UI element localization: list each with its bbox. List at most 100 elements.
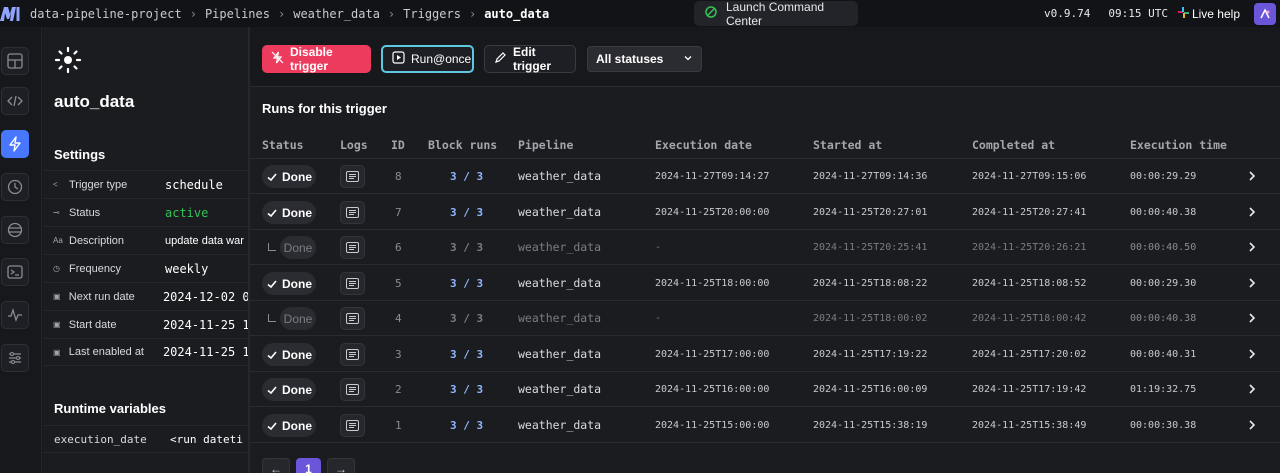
status-badge[interactable]: Done [262, 378, 316, 401]
logs-button[interactable] [340, 236, 365, 259]
sliders-icon[interactable] [1, 344, 29, 372]
table-row[interactable]: Done 3 3 / 3 weather_data 2024-11-25T17:00:0… [250, 337, 1280, 372]
status-badge[interactable]: Done [280, 307, 316, 330]
logs-icon [346, 349, 359, 360]
chevron-right-icon[interactable] [1247, 241, 1257, 256]
command-center-label: Launch Command Center [726, 0, 825, 28]
execution-date: 2024-11-27T09:14:27 [655, 171, 770, 182]
disk-icon[interactable] [1, 216, 29, 244]
block-runs-link[interactable]: 3 / 3 [450, 408, 483, 443]
completed-at: 2024-11-25T15:38:49 [972, 420, 1087, 431]
logs-button[interactable] [340, 272, 365, 295]
chevron-right-icon[interactable] [1247, 419, 1257, 434]
block-runs-link[interactable]: 3 / 3 [450, 159, 483, 194]
breadcrumb: data-pipeline-project › Pipelines › weat… [30, 7, 549, 21]
pagination: ← 1 → [262, 458, 355, 473]
table-row[interactable]: Done 2 3 / 3 weather_data 2024-11-25T16:00:0… [250, 372, 1280, 407]
run-icon [392, 51, 405, 67]
started-at: 2024-11-25T15:38:19 [813, 420, 928, 431]
logs-button[interactable] [340, 414, 365, 437]
table-row[interactable]: Done 6 3 / 3 weather_data - 2024-11-25T20:25:… [250, 230, 1280, 265]
block-runs-link[interactable]: 3 / 3 [450, 230, 483, 265]
layout-icon[interactable] [1, 47, 29, 75]
logs-icon [346, 242, 359, 253]
table-row[interactable]: Done 4 3 / 3 weather_data - 2024-11-25T18:00:… [250, 301, 1280, 336]
disable-trigger-label: Disable trigger [290, 45, 333, 73]
setting-trigger-type: < Trigger type schedule [43, 170, 248, 198]
chevron-right-icon[interactable] [1247, 170, 1257, 185]
pipeline-name: weather_data [518, 205, 602, 219]
execution-date: 2024-11-25T16:00:00 [655, 384, 770, 395]
avatar[interactable] [1254, 2, 1276, 25]
logs-button[interactable] [340, 307, 365, 330]
setting-value: 2024-11-25 1 [162, 345, 248, 359]
table-row[interactable]: Done 8 3 / 3 weather_data 2024-11-27T09:14:2… [250, 159, 1280, 194]
column-execution-time: Execution time [1130, 138, 1227, 152]
breadcrumb-pipelines[interactable]: Pipelines [205, 7, 270, 21]
pulse-icon[interactable] [1, 301, 29, 329]
pipeline-name: weather_data [518, 169, 602, 183]
logs-icon [346, 420, 359, 431]
block-runs-link[interactable]: 3 / 3 [450, 195, 483, 230]
navigation-rail [0, 27, 42, 473]
app-logo[interactable] [0, 0, 22, 27]
live-help-link[interactable]: Live help [1177, 6, 1240, 21]
runtime-variable-value: <run dateti [170, 432, 243, 446]
chevron-right-icon[interactable] [1247, 277, 1257, 292]
chevron-right-icon[interactable] [1247, 312, 1257, 327]
edit-trigger-button[interactable]: Edit trigger [484, 45, 576, 73]
status-badge[interactable]: Done [262, 201, 316, 224]
status-badge[interactable]: Done [262, 414, 316, 437]
status-label: Done [282, 418, 312, 433]
breadcrumb-project[interactable]: data-pipeline-project [30, 7, 182, 21]
logs-button[interactable] [340, 343, 365, 366]
table-row[interactable]: Done 1 3 / 3 weather_data 2024-11-25T15:00:0… [250, 408, 1280, 443]
started-at: 2024-11-25T17:19:22 [813, 349, 928, 360]
clock-icon[interactable] [1, 173, 29, 201]
status-filter-select[interactable]: All statuses [587, 46, 702, 72]
status-badge[interactable]: Done [262, 343, 316, 366]
share-icon: < [53, 180, 58, 189]
command-center-button[interactable]: Launch Command Center [694, 0, 858, 28]
execution-date: 2024-11-25T20:00:00 [655, 207, 770, 218]
lightning-icon[interactable] [1, 130, 29, 158]
setting-label: Description [69, 234, 125, 247]
completed-at: 2024-11-25T17:19:42 [972, 384, 1087, 395]
status-badge[interactable]: Done [262, 272, 316, 295]
terminal-icon[interactable] [1, 258, 29, 286]
setting-label: Status [69, 206, 101, 219]
table-row[interactable]: Done 5 3 / 3 weather_data 2024-11-25T18:00:0… [250, 266, 1280, 301]
status-badge[interactable]: Done [280, 236, 316, 259]
code-icon[interactable] [1, 87, 29, 115]
prev-page-button[interactable]: ← [262, 458, 290, 473]
page-button-current[interactable]: 1 [296, 458, 321, 473]
logs-button[interactable] [340, 201, 365, 224]
execution-date: - [655, 242, 662, 253]
schedule-icon [54, 46, 82, 76]
table-row[interactable]: Done 7 3 / 3 weather_data 2024-11-25T20:00:0… [250, 195, 1280, 230]
trigger-toolbar: Disable trigger Run@once Edit trigger Al… [250, 27, 1280, 87]
column-started-at: Started at [813, 138, 883, 152]
column-id: ID [391, 138, 405, 152]
setting-value: 2024-11-25 1 [162, 317, 248, 332]
block-runs-link[interactable]: 3 / 3 [450, 301, 483, 336]
breadcrumb-pipeline[interactable]: weather_data [293, 7, 380, 21]
block-runs-link[interactable]: 3 / 3 [450, 337, 483, 372]
disable-trigger-button[interactable]: Disable trigger [262, 45, 371, 73]
breadcrumb-separator: › [277, 6, 286, 21]
run-once-button[interactable]: Run@once [381, 45, 474, 73]
block-runs-link[interactable]: 3 / 3 [450, 266, 483, 301]
execution-time: 00:00:29.30 [1130, 278, 1197, 289]
logs-button[interactable] [340, 378, 365, 401]
block-runs-link[interactable]: 3 / 3 [450, 372, 483, 407]
execution-time: 00:00:40.31 [1130, 349, 1197, 360]
chevron-right-icon[interactable] [1247, 348, 1257, 363]
logs-button[interactable] [340, 165, 365, 188]
breadcrumb-separator: › [387, 6, 396, 21]
next-page-button[interactable]: → [327, 458, 355, 473]
chevron-right-icon[interactable] [1247, 383, 1257, 398]
chevron-right-icon[interactable] [1247, 206, 1257, 221]
execution-time: 00:00:29.29 [1130, 171, 1197, 182]
breadcrumb-triggers[interactable]: Triggers [403, 7, 461, 21]
status-badge[interactable]: Done [262, 165, 316, 188]
